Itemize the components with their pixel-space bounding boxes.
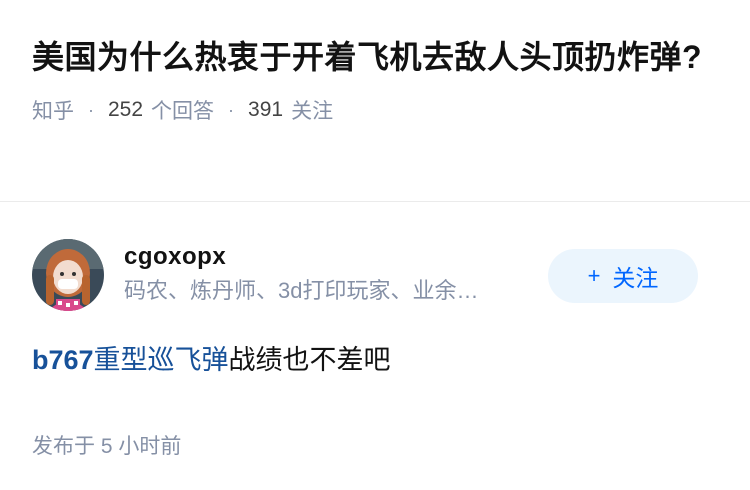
follow-count: 391 [248,98,283,122]
author-bio: 码农、炼丹师、3d打印玩家、业余… [124,273,544,309]
answer-count-label[interactable]: 个回答 [151,95,214,125]
avatar-icon [32,239,104,311]
question-header: 美国为什么热衷于开着飞机去敌人头顶扔炸弹? 知乎 · 252 个回答 · 391… [0,0,750,202]
author-info: cgoxopx 码农、炼丹师、3d打印玩家、业余… [124,241,544,309]
question-meta: 知乎 · 252 个回答 · 391 关注 [32,95,718,125]
separator-dot: · [228,100,234,121]
follow-count-label: 关注 [291,95,333,125]
content-link-loitering-munition[interactable]: 重型巡飞弹 [94,345,229,375]
answer-card: cgoxopx 码农、炼丹师、3d打印玩家、业余… + 关注 b767重型巡飞弹… [0,202,750,460]
follow-button-label: 关注 [612,259,658,293]
published-time: 发布于 5 小时前 [32,430,718,460]
answer-content: b767重型巡飞弹战绩也不差吧 [32,340,718,380]
question-title[interactable]: 美国为什么热衷于开着飞机去敌人头顶扔炸弹? [32,34,718,81]
author-name[interactable]: cgoxopx [124,241,544,273]
answer-count: 252 [108,98,143,122]
content-text: 战绩也不差吧 [229,345,391,375]
plus-icon: + [588,263,601,289]
follow-button[interactable]: + 关注 [548,249,698,303]
separator-dot: · [88,100,94,121]
content-link-b767[interactable]: b767 [32,345,94,375]
avatar[interactable] [32,239,104,311]
source-label[interactable]: 知乎 [32,95,74,125]
